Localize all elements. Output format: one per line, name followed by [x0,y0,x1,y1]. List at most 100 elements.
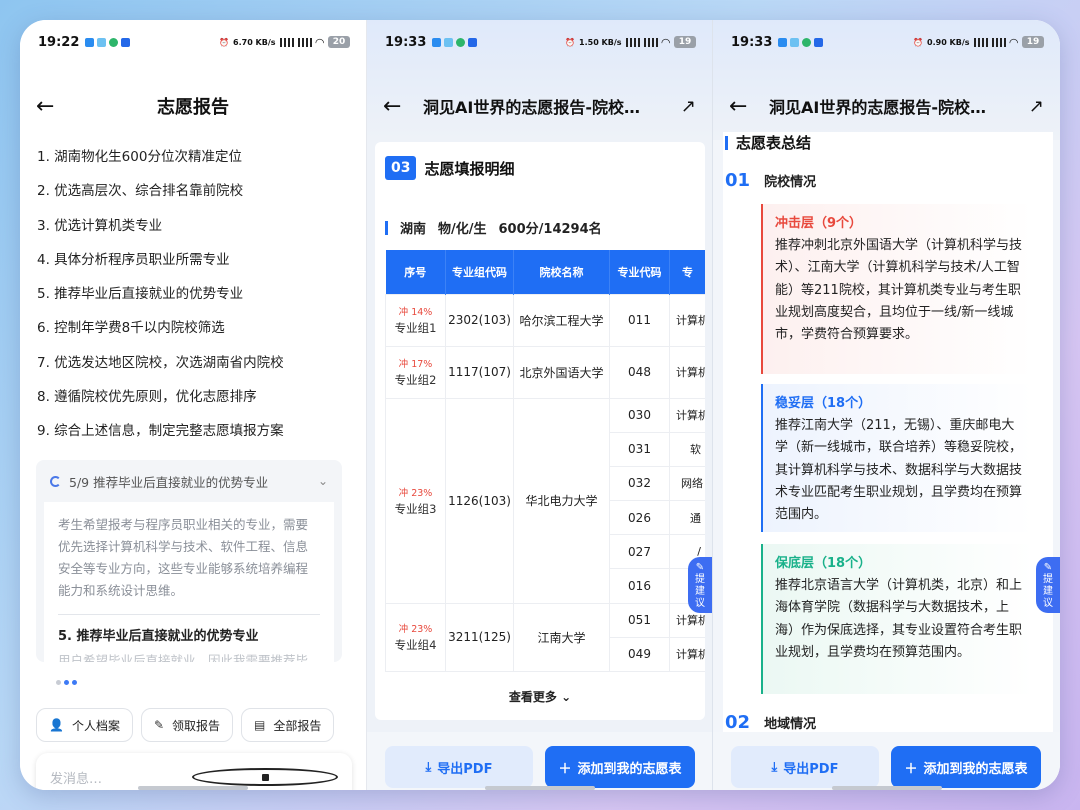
phone-report-chat: 19:22 ⏰ 6.70 KB/s ◠ 20 ← 志愿报告 1. 湖南物化生60… [20,20,367,790]
quick-actions: 👤 个人档案 ✎ 领取报告 ▤ 全部报告 [36,708,335,742]
add-to-table-button[interactable]: ＋ 添加到我的志愿表 [891,746,1041,788]
status-bar: 19:33 ⏰ 0.90 KB/s ◠ 19 [731,32,1044,52]
status-bar: 19:33 ⏰ 1.50 KB/s ◠ 19 [385,32,696,52]
major-code: 049 [609,636,670,673]
major-code: 026 [609,500,670,536]
signal-icon [625,37,640,47]
major-name: 计算机 [669,345,705,399]
group-code: 3211(125) [445,602,514,673]
status-time: 19:33 [385,34,427,50]
alarm-icon: ⏰ [913,37,924,47]
status-right: ⏰ 6.70 KB/s ◠ 20 [219,36,350,49]
tier-title: 保底层（18个） [775,556,872,571]
status-right: ⏰ 0.90 KB/s ◠ 19 [913,36,1044,49]
group-cell: 冲 14% 专业组1 [385,293,446,347]
app-icon [121,37,131,47]
step-item: 4. 具体分析程序员职业所需专业 [37,251,230,268]
signal-icon [973,37,988,47]
group-cell: 冲 23% 专业组3 [385,397,446,604]
tier-text: 推荐北京语言大学（计算机类，北京）和上海体育学院（数据科学与大数据技术，上海）作… [775,578,1023,660]
major-code: 030 [609,397,670,433]
status-time: 19:22 [38,34,80,50]
subjects: 物/化/生 [438,222,487,237]
profile-chip[interactable]: 👤 个人档案 [36,708,133,742]
add-to-table-button[interactable]: ＋ 添加到我的志愿表 [545,746,695,788]
suggest-float-button[interactable]: ✎ 提建议 [688,557,712,613]
section-title: 地域情况 [764,717,817,732]
plus-icon: ＋ [558,761,572,777]
major-code: 032 [609,465,670,502]
group-name: 专业组3 [394,501,437,516]
export-pdf-button[interactable]: ⤓ 导出PDF [731,746,879,788]
table-row[interactable]: 冲 14% 专业组1 2302(103) 哈尔滨工程大学 011 计算机 [385,293,705,347]
chevron-down-icon[interactable]: ⌄ [318,474,328,488]
table-row[interactable]: 冲 23% 专业组4 3211(125) 江南大学 051 计算机 [385,602,705,673]
table-row[interactable]: 冲 23% 专业组3 1126(103) 华北电力大学 030 计算机 [385,397,705,604]
app-icon [468,37,478,47]
accent-bar [725,135,728,150]
stop-icon[interactable] [192,768,338,786]
status-bar: 19:22 ⏰ 6.70 KB/s ◠ 20 [38,32,350,52]
major-name: 计算机 [669,397,705,433]
app-icon [456,37,466,47]
tier-fallback: 保底层（18个） 推荐北京语言大学（计算机类，北京）和上海体育学院（数据科学与大… [761,544,1033,694]
share-icon[interactable]: ↗ [674,96,696,117]
major-code: 048 [609,345,670,399]
group-cell: 冲 17% 专业组2 [385,345,446,399]
share-icon[interactable]: ↗ [1022,96,1044,117]
chance-label: 冲 23% [398,487,433,499]
col-header: 专业代码 [609,250,670,294]
app-icon [814,37,824,47]
phone-report-summary: 19:33 ⏰ 0.90 KB/s ◠ 19 ← 洞见AI世界的志愿报告-院校…… [713,20,1060,790]
progress-text: 考生希望报考与程序员职业相关的专业，需要优先选择计算机科学与技术、软件工程、信息… [58,517,309,598]
view-more-button[interactable]: 查看更多 ⌄ [367,688,712,705]
doc-icon: ▤ [254,718,266,732]
back-arrow-icon[interactable]: ← [36,94,66,119]
dot-active [64,680,69,685]
suggest-float-button[interactable]: ✎ 提建议 [1036,557,1060,613]
major-name: 软 [669,431,705,467]
edit-doc-icon: ✎ [153,718,165,732]
section-title: 志愿填报明细 [424,159,515,178]
home-indicator [484,786,595,790]
section-school-header: 01 院校情况 [725,170,816,191]
export-pdf-button[interactable]: ⤓ 导出PDF [385,746,533,788]
loading-spinner-icon [50,475,61,487]
school-name: 哈尔滨工程大学 [513,293,610,347]
major-code: 051 [609,602,670,638]
page-title: 洞见AI世界的志愿报告-院校… [423,98,640,117]
section-header: 03 志愿填报明细 [385,156,515,180]
major-code: 031 [609,431,670,467]
app-icon [97,37,107,47]
page-dots [56,680,77,685]
table-row[interactable]: 冲 17% 专业组2 1117(107) 北京外国语大学 048 计算机 [385,345,705,399]
section-region-header: 02 地域情况 [725,712,816,733]
home-indicator [831,786,942,790]
tier-title: 稳妥层（18个） [775,396,872,411]
col-header: 专 [669,250,705,294]
message-input[interactable]: 发消息… [36,753,352,790]
battery-icon: 19 [1022,36,1044,48]
float-label: 提建议 [1043,574,1053,609]
group-cell: 冲 23% 专业组4 [385,602,446,673]
wifi-icon: ◠ [661,35,670,49]
get-report-chip[interactable]: ✎ 领取报告 [140,708,234,742]
app-icon [432,37,442,47]
app-icon [109,37,119,47]
back-arrow-icon[interactable]: ← [383,94,413,119]
summary-title: 志愿表总结 [725,132,811,153]
chevron-down-icon: ⌄ [561,690,572,704]
notification-icons [85,37,131,47]
pen-icon: ✎ [1043,562,1053,573]
app-icon [778,37,788,47]
app-icon [444,37,454,47]
step-item: 9. 综合上述信息，制定完整志愿填报方案 [37,423,284,440]
progress-header[interactable]: 5/9 推荐毕业后直接就业的优势专业 ⌄ [36,460,342,502]
chance-label: 冲 17% [398,359,433,370]
all-reports-chip[interactable]: ▤ 全部报告 [241,708,335,742]
phone-report-detail: 19:33 ⏰ 1.50 KB/s ◠ 19 ← 洞见AI世界的志愿报告-院校…… [367,20,713,790]
group-name: 专业组4 [394,638,437,653]
chip-label: 领取报告 [172,718,221,733]
pen-icon: ✎ [695,562,705,573]
back-arrow-icon[interactable]: ← [729,94,759,119]
